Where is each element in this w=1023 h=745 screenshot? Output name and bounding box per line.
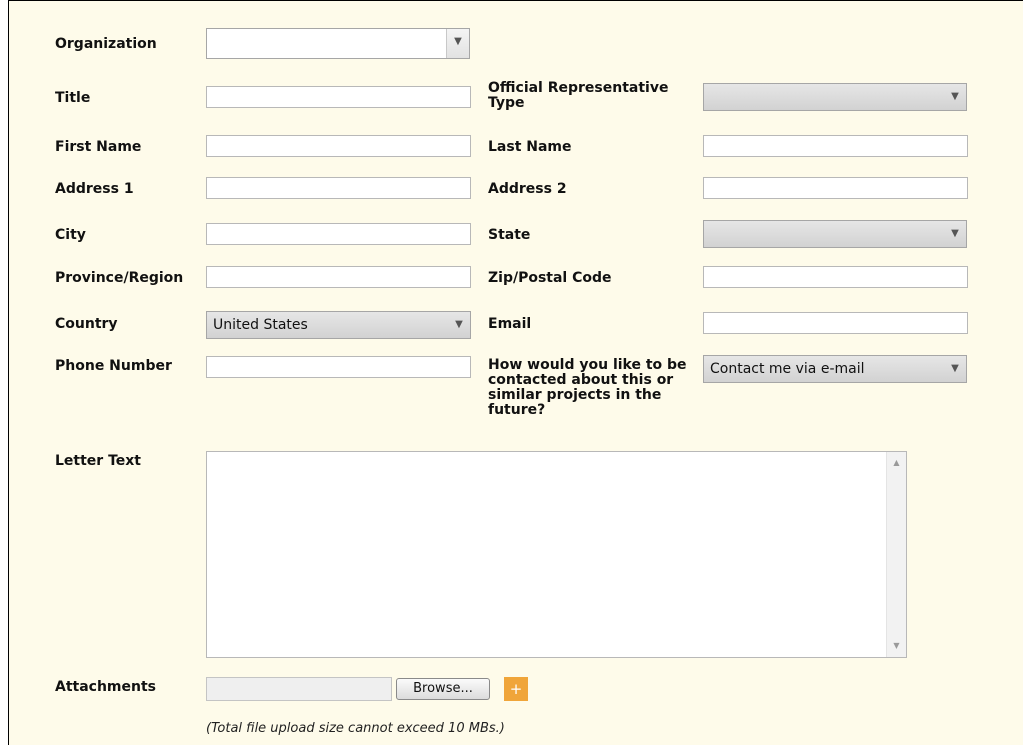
country-select[interactable]: United States ▼ xyxy=(206,311,471,339)
plus-icon: + xyxy=(509,680,523,698)
chevron-down-icon: ▼ xyxy=(951,91,959,102)
state-select[interactable]: ▼ xyxy=(703,220,967,248)
country-label: Country xyxy=(55,316,118,332)
official-rep-type-label: Official Representative Type xyxy=(488,80,669,111)
title-label: Title xyxy=(55,90,91,106)
country-value: United States xyxy=(213,317,308,333)
organization-select[interactable]: ▼ xyxy=(206,28,470,59)
city-label: City xyxy=(55,227,86,243)
letter-text-area[interactable]: ▲ ▼ xyxy=(206,451,907,658)
phone-label: Phone Number xyxy=(55,358,172,374)
contact-preference-select[interactable]: Contact me via e-mail ▼ xyxy=(703,355,967,383)
chevron-down-icon: ▼ xyxy=(951,228,959,239)
phone-input[interactable] xyxy=(206,356,471,378)
organization-label: Organization xyxy=(55,36,157,52)
address2-input[interactable] xyxy=(703,177,968,199)
address2-label: Address 2 xyxy=(488,181,567,197)
letter-text-label: Letter Text xyxy=(55,453,141,469)
last-name-input[interactable] xyxy=(703,135,968,157)
add-attachment-button[interactable]: + xyxy=(504,677,528,701)
chevron-down-icon: ▼ xyxy=(455,319,463,330)
browse-button[interactable]: Browse... xyxy=(396,678,490,700)
chevron-down-icon: ▼ xyxy=(446,29,469,58)
title-input[interactable] xyxy=(206,86,471,108)
scroll-down-icon[interactable]: ▼ xyxy=(887,637,906,655)
zip-input[interactable] xyxy=(703,266,968,288)
address1-label: Address 1 xyxy=(55,181,134,197)
province-input[interactable] xyxy=(206,266,471,288)
last-name-label: Last Name xyxy=(488,139,572,155)
official-rep-type-select[interactable]: ▼ xyxy=(703,83,967,111)
first-name-label: First Name xyxy=(55,139,142,155)
vertical-scrollbar[interactable]: ▲ ▼ xyxy=(886,452,906,657)
email-label: Email xyxy=(488,316,532,332)
upload-size-note: (Total file upload size cannot exceed 10… xyxy=(206,721,505,736)
contact-preference-label: How would you like to be contacted about… xyxy=(488,357,687,418)
state-label: State xyxy=(488,227,531,243)
contact-form-panel: Organization ▼ Title Official Representa… xyxy=(8,0,1023,745)
attachments-label: Attachments xyxy=(55,679,157,695)
zip-label: Zip/Postal Code xyxy=(488,270,612,286)
province-label: Province/Region xyxy=(55,270,184,286)
chevron-down-icon: ▼ xyxy=(951,363,959,374)
contact-preference-value: Contact me via e-mail xyxy=(710,361,865,377)
first-name-input[interactable] xyxy=(206,135,471,157)
scroll-up-icon[interactable]: ▲ xyxy=(887,454,906,472)
city-input[interactable] xyxy=(206,223,471,245)
address1-input[interactable] xyxy=(206,177,471,199)
email-input[interactable] xyxy=(703,312,968,334)
file-path-field[interactable] xyxy=(206,677,392,701)
